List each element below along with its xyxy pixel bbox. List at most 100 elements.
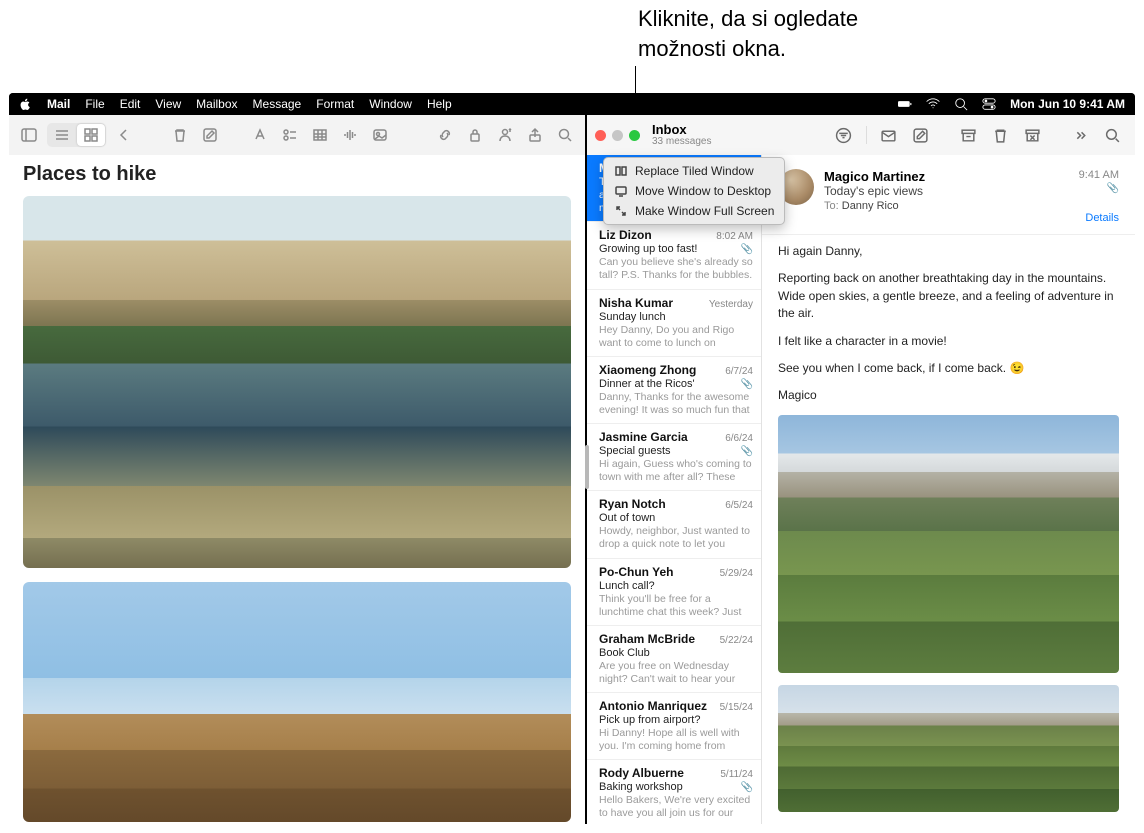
format-icon[interactable] [248, 124, 272, 146]
desktop: Mail File Edit View Mailbox Message Form… [9, 93, 1135, 824]
reader-to: To: Danny Rico [824, 200, 1069, 212]
menu-file[interactable]: File [85, 97, 104, 111]
back-icon[interactable] [112, 124, 136, 146]
filter-icon[interactable] [830, 123, 858, 147]
lock-icon[interactable] [463, 124, 487, 146]
list-view-icon[interactable] [48, 124, 76, 146]
delete-icon[interactable] [168, 124, 192, 146]
menu-view[interactable]: View [155, 97, 181, 111]
compose-icon[interactable] [907, 123, 935, 147]
minimize-window-button[interactable] [612, 130, 623, 141]
media-icon[interactable] [368, 124, 392, 146]
note-title: Places to hike [23, 163, 571, 186]
search-icon[interactable] [553, 124, 577, 146]
message-subject: Lunch call? [599, 580, 753, 592]
message-sender: Rody Albuerne [599, 766, 684, 780]
battery-icon[interactable] [898, 97, 912, 111]
trash-icon[interactable] [987, 123, 1015, 147]
message-preview: Hello Bakers, We're very excited to have… [599, 794, 753, 820]
message-item[interactable]: Graham McBride5/22/24Book ClubAre you fr… [587, 626, 761, 693]
message-subject: Sunday lunch [599, 311, 753, 323]
audio-icon[interactable] [338, 124, 362, 146]
message-preview: Danny, Thanks for the awesome evening! I… [599, 391, 753, 417]
mail-toolbar: Inbox 33 messages [587, 115, 1135, 155]
message-date: 6/7/24 [725, 366, 753, 377]
close-window-button[interactable] [595, 130, 606, 141]
message-date: 5/11/24 [720, 769, 753, 780]
attachment-icon: 📎 [741, 782, 753, 793]
traffic-lights [595, 130, 640, 141]
message-date: 5/22/24 [720, 635, 753, 646]
message-subject: Dinner at the Ricos' [599, 378, 753, 390]
more-icon[interactable] [1067, 123, 1095, 147]
junk-icon[interactable] [1019, 123, 1047, 147]
attachment-icon: 📎 [741, 379, 753, 390]
message-sender: Graham McBride [599, 632, 695, 646]
menu-item-label: Move Window to Desktop [635, 184, 771, 198]
message-item[interactable]: Xiaomeng Zhong 6/7/24Dinner at the Ricos'… [587, 357, 761, 424]
fullscreen-window-button[interactable] [629, 130, 640, 141]
attachment-icon: 📎 [741, 446, 753, 457]
sidebar-toggle-icon[interactable] [17, 124, 41, 146]
attachment-icon: 📎 [1079, 183, 1119, 194]
message-sender: Xiaomeng Zhong [599, 363, 696, 377]
message-subject: Baking workshop [599, 781, 753, 793]
tile-icon [614, 165, 628, 177]
collaborate-icon[interactable] [493, 124, 517, 146]
message-item[interactable]: Liz Dizon8:02 AMGrowing up too fast!Can … [587, 222, 761, 289]
callout-text: Kliknite, da si ogledate možnosti okna. [638, 4, 858, 63]
reader-photo-1 [778, 415, 1119, 674]
message-item[interactable]: Antonio Manriquez5/15/24Pick up from air… [587, 693, 761, 760]
control-center-icon[interactable] [982, 97, 996, 111]
message-item[interactable]: Jasmine Garcia6/6/24Special guestsHi aga… [587, 424, 761, 491]
menu-item-replace-tiled[interactable]: Replace Tiled Window [604, 161, 784, 181]
message-subject: Growing up too fast! [599, 243, 753, 255]
reader-subject: Today's epic views [824, 184, 1069, 198]
share-icon[interactable] [523, 124, 547, 146]
message-date: Yesterday [709, 299, 753, 310]
menu-item-move-desktop[interactable]: Move Window to Desktop [604, 181, 784, 201]
message-date: 8:02 AM [716, 231, 753, 242]
message-item[interactable]: Ryan Notch6/5/24Out of townHowdy, neighb… [587, 491, 761, 558]
apple-logo[interactable] [19, 98, 32, 111]
message-date: 5/15/24 [720, 702, 753, 713]
message-preview: Can you believe she's already so tall? P… [599, 256, 753, 282]
menu-help[interactable]: Help [427, 97, 452, 111]
archive-icon[interactable] [955, 123, 983, 147]
note-photo-river [23, 196, 571, 568]
menu-item-label: Replace Tiled Window [635, 164, 754, 178]
checklist-icon[interactable] [278, 124, 302, 146]
reader-body: Hi again Danny, Reporting back on anothe… [762, 235, 1135, 415]
menu-message[interactable]: Message [253, 97, 302, 111]
compose-icon[interactable] [198, 124, 222, 146]
menu-format[interactable]: Format [316, 97, 354, 111]
inbox-heading: Inbox 33 messages [652, 123, 711, 147]
message-sender: Antonio Manriquez [599, 699, 707, 713]
menu-window[interactable]: Window [369, 97, 412, 111]
wifi-icon[interactable] [926, 97, 940, 111]
message-item[interactable]: Po-Chun Yeh5/29/24Lunch call?Think you'l… [587, 559, 761, 626]
menu-edit[interactable]: Edit [120, 97, 141, 111]
split-divider-handle[interactable] [585, 445, 589, 489]
message-sender: Po-Chun Yeh [599, 565, 673, 579]
menu-bar: Mail File Edit View Mailbox Message Form… [9, 93, 1135, 115]
search-mail-icon[interactable] [1099, 123, 1127, 147]
menu-item-full-screen[interactable]: Make Window Full Screen [604, 201, 784, 221]
menubar-app-name[interactable]: Mail [47, 97, 70, 111]
reader-header: Magico Martinez Today's epic views To: D… [762, 155, 1135, 235]
view-mode-group [47, 123, 106, 147]
menubar-clock[interactable]: Mon Jun 10 9:41 AM [1010, 97, 1125, 111]
reader-details-link[interactable]: Details [1079, 212, 1119, 224]
inbox-subtitle: 33 messages [652, 137, 711, 148]
spotlight-icon[interactable] [954, 97, 968, 111]
message-item[interactable]: Rody Albuerne 5/11/24Baking workshopHello… [587, 760, 761, 824]
reader-time: 9:41 AM [1079, 169, 1119, 181]
link-icon[interactable] [433, 124, 457, 146]
window-options-menu: Replace Tiled Window Move Window to Desk… [603, 157, 785, 225]
message-item[interactable]: Nisha KumarYesterdaySunday lunchHey Dann… [587, 290, 761, 357]
message-preview: Are you free on Wednesday night? Can't w… [599, 660, 753, 686]
grid-view-icon[interactable] [77, 124, 105, 146]
menu-mailbox[interactable]: Mailbox [196, 97, 237, 111]
new-message-icon[interactable] [875, 123, 903, 147]
table-icon[interactable] [308, 124, 332, 146]
